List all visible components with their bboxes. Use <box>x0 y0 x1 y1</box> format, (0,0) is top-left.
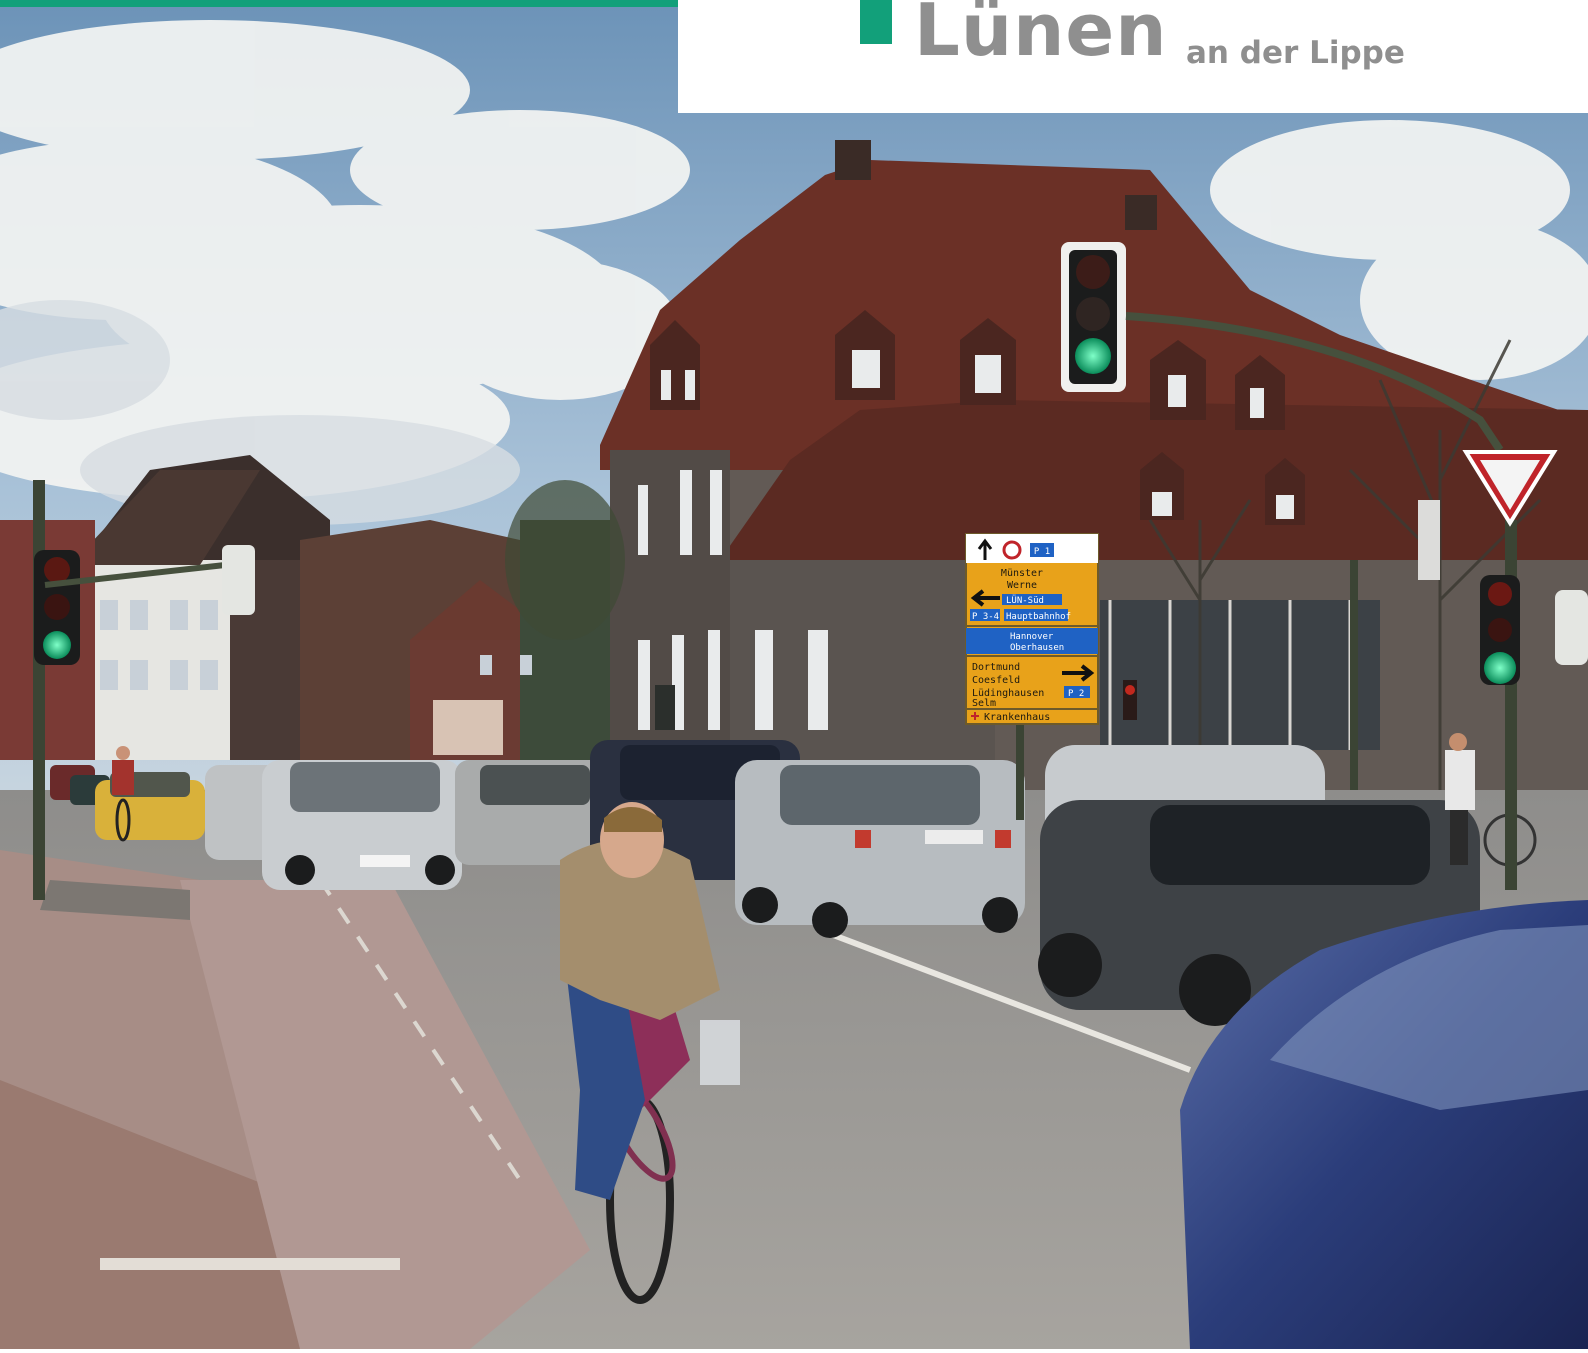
sign-city: Münster <box>1001 568 1043 579</box>
sign-city: Selm <box>972 698 996 709</box>
sign-p1: P 1 <box>1034 547 1050 557</box>
sign-hauptbahnhof: Hauptbahnhof <box>1006 612 1071 622</box>
top-accent-strip <box>0 0 678 7</box>
direction-signpost: P 1 Münster Werne LÜN-Süd P 3-4 Hauptbah… <box>965 533 1099 725</box>
sign-east: Hannover <box>1010 632 1054 642</box>
sign-krankenhaus: Krankenhaus <box>984 712 1050 723</box>
sign-p2: P 2 <box>1068 689 1084 699</box>
sign-city: Coesfeld <box>972 675 1020 686</box>
sign-lun-sud: LÜN-Süd <box>1006 595 1044 606</box>
street-scene: P 1 Münster Werne LÜN-Süd P 3-4 Hauptbah… <box>0 0 1588 1349</box>
sign-city: Werne <box>1007 580 1037 591</box>
sign-east: Oberhausen <box>1010 643 1064 653</box>
city-title: Lünen <box>914 0 1168 72</box>
sign-p34: P 3-4 <box>972 612 999 622</box>
sign-city: Dortmund <box>972 662 1020 673</box>
city-subtitle: an der Lippe <box>1186 35 1405 71</box>
brand-bar <box>860 0 892 44</box>
